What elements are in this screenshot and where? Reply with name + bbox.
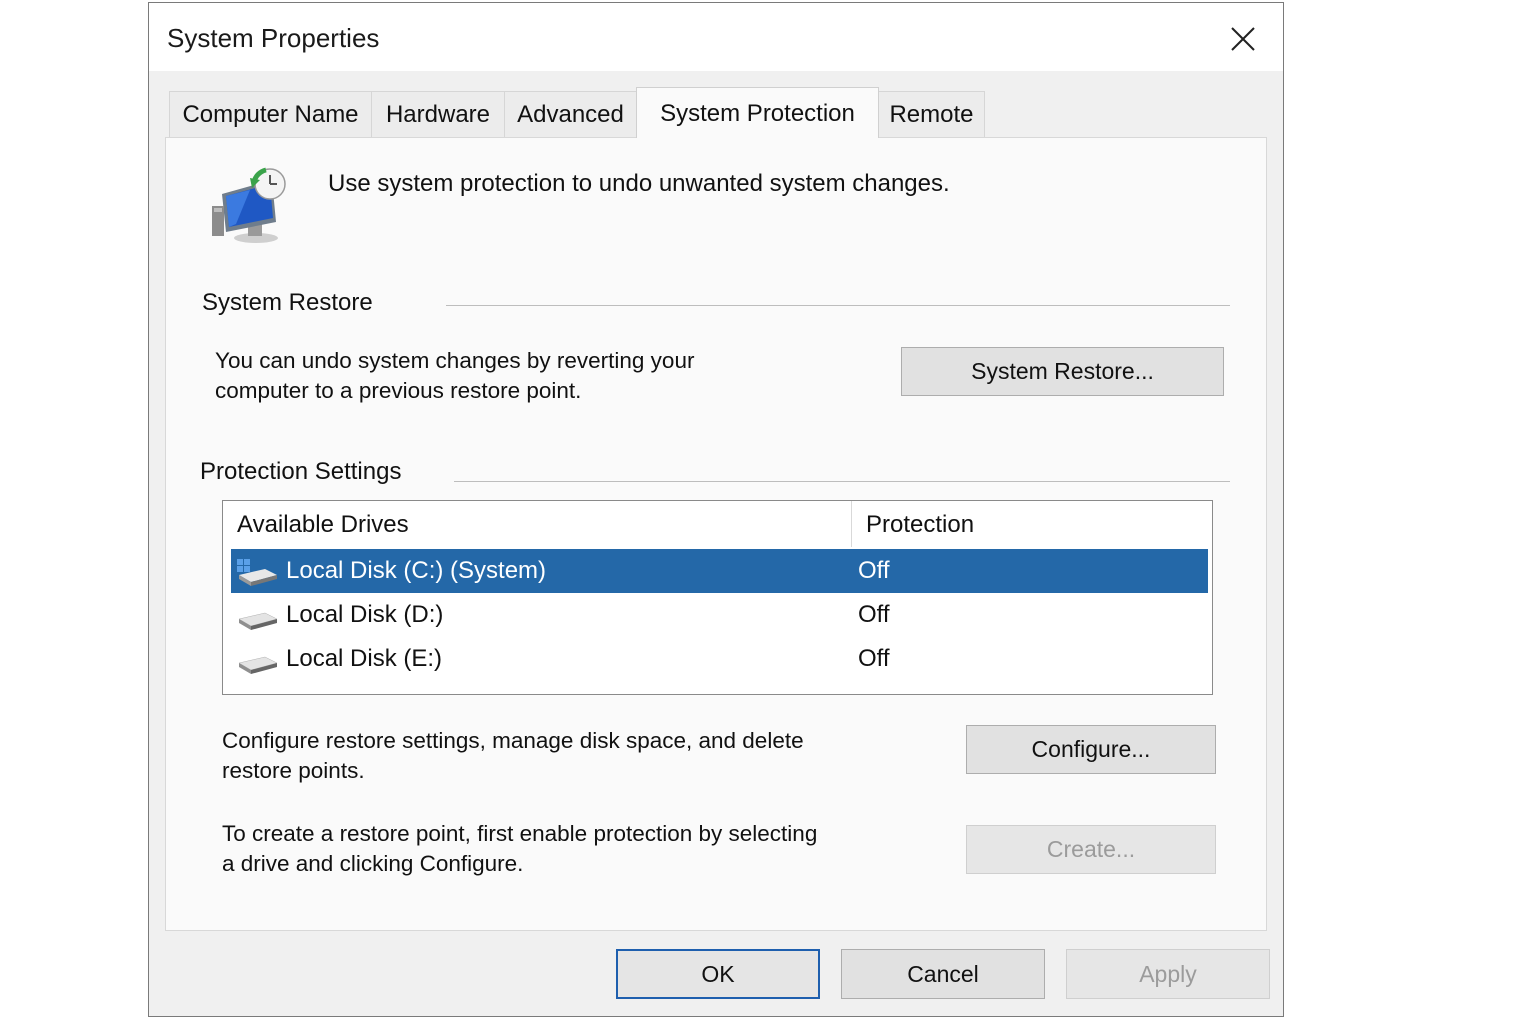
table-row[interactable]: Local Disk (E:) Off: [231, 637, 1208, 681]
tab-system-protection[interactable]: System Protection: [636, 87, 879, 138]
title-bar: System Properties: [149, 3, 1283, 71]
column-divider: [851, 501, 852, 547]
table-row[interactable]: Local Disk (C:) (System) Off: [231, 549, 1208, 593]
system-properties-dialog: System Properties Computer Name Hardware…: [148, 2, 1284, 1017]
system-restore-heading: System Restore: [202, 289, 373, 316]
close-icon[interactable]: [1221, 17, 1265, 61]
ok-button[interactable]: OK: [616, 949, 820, 999]
window-title: System Properties: [167, 23, 380, 53]
system-protection-icon: [212, 167, 286, 243]
configure-description: Configure restore settings, manage disk …: [222, 726, 804, 786]
drive-protection-status: Off: [858, 645, 890, 672]
protection-settings-heading: Protection Settings: [200, 458, 402, 485]
table-row[interactable]: Local Disk (D:) Off: [231, 593, 1208, 637]
drives-table: Available Drives Protection Local Disk (…: [222, 500, 1213, 695]
system-restore-description-line1: You can undo system changes by reverting…: [215, 348, 695, 373]
tab-computer-name[interactable]: Computer Name: [169, 91, 372, 137]
tab-hardware[interactable]: Hardware: [371, 91, 505, 137]
configure-description-line2: restore points.: [222, 758, 365, 783]
configure-description-line1: Configure restore settings, manage disk …: [222, 728, 804, 753]
drive-protection-status: Off: [858, 601, 890, 628]
configure-button[interactable]: Configure...: [966, 725, 1216, 774]
create-description-line1: To create a restore point, first enable …: [222, 821, 818, 846]
tab-remote[interactable]: Remote: [878, 91, 985, 137]
apply-button[interactable]: Apply: [1066, 949, 1270, 999]
system-restore-description: You can undo system changes by reverting…: [215, 346, 694, 406]
column-header-protection[interactable]: Protection: [866, 511, 974, 539]
cancel-button[interactable]: Cancel: [841, 949, 1045, 999]
drive-name: Local Disk (D:): [286, 601, 444, 628]
system-drive-icon: [237, 559, 277, 586]
create-description-line2: a drive and clicking Configure.: [222, 851, 524, 876]
drive-icon: [238, 612, 278, 630]
drive-protection-status: Off: [858, 557, 890, 584]
intro-text: Use system protection to undo unwanted s…: [328, 170, 950, 197]
system-restore-description-line2: computer to a previous restore point.: [215, 378, 582, 403]
protection-settings-divider: [454, 481, 1230, 482]
tab-advanced[interactable]: Advanced: [504, 91, 637, 137]
drive-name: Local Disk (C:) (System): [286, 557, 547, 584]
create-description: To create a restore point, first enable …: [222, 819, 817, 879]
system-restore-divider: [446, 305, 1230, 306]
column-header-available-drives[interactable]: Available Drives: [237, 511, 409, 539]
create-button[interactable]: Create...: [966, 825, 1216, 874]
drive-name: Local Disk (E:): [286, 645, 443, 672]
drive-icon: [238, 656, 278, 674]
system-protection-panel: Use system protection to undo unwanted s…: [165, 137, 1267, 931]
system-restore-button[interactable]: System Restore...: [901, 347, 1224, 396]
